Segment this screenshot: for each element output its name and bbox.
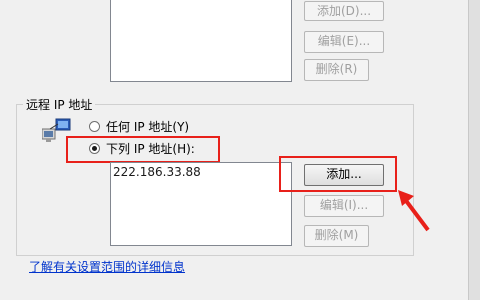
remote-ip-listbox[interactable]: 222.186.33.88 (110, 162, 292, 246)
window-scrollbar[interactable] (468, 0, 480, 300)
remote-ip-group-title: 远程 IP 地址 (23, 96, 96, 113)
remote-edit-button[interactable]: 编辑(I)... (304, 195, 384, 217)
local-add-button[interactable]: 添加(D)... (304, 1, 384, 21)
local-ip-listbox[interactable] (110, 0, 292, 82)
local-edit-button[interactable]: 编辑(E)... (304, 31, 384, 53)
any-ip-label[interactable]: 任何 IP 地址(Y) (106, 118, 189, 135)
arrow-icon (392, 186, 436, 236)
any-ip-radio[interactable] (89, 121, 100, 132)
list-ip-label[interactable]: 下列 IP 地址(H): (106, 140, 195, 157)
help-link[interactable]: 了解有关设置范围的详细信息 (29, 258, 185, 275)
ip-entry[interactable]: 222.186.33.88 (113, 165, 201, 179)
local-remove-button[interactable]: 删除(R) (304, 59, 369, 81)
remote-remove-button[interactable]: 删除(M) (304, 225, 369, 247)
list-ip-radio[interactable] (89, 143, 100, 154)
remote-add-button[interactable]: 添加... (304, 164, 384, 186)
